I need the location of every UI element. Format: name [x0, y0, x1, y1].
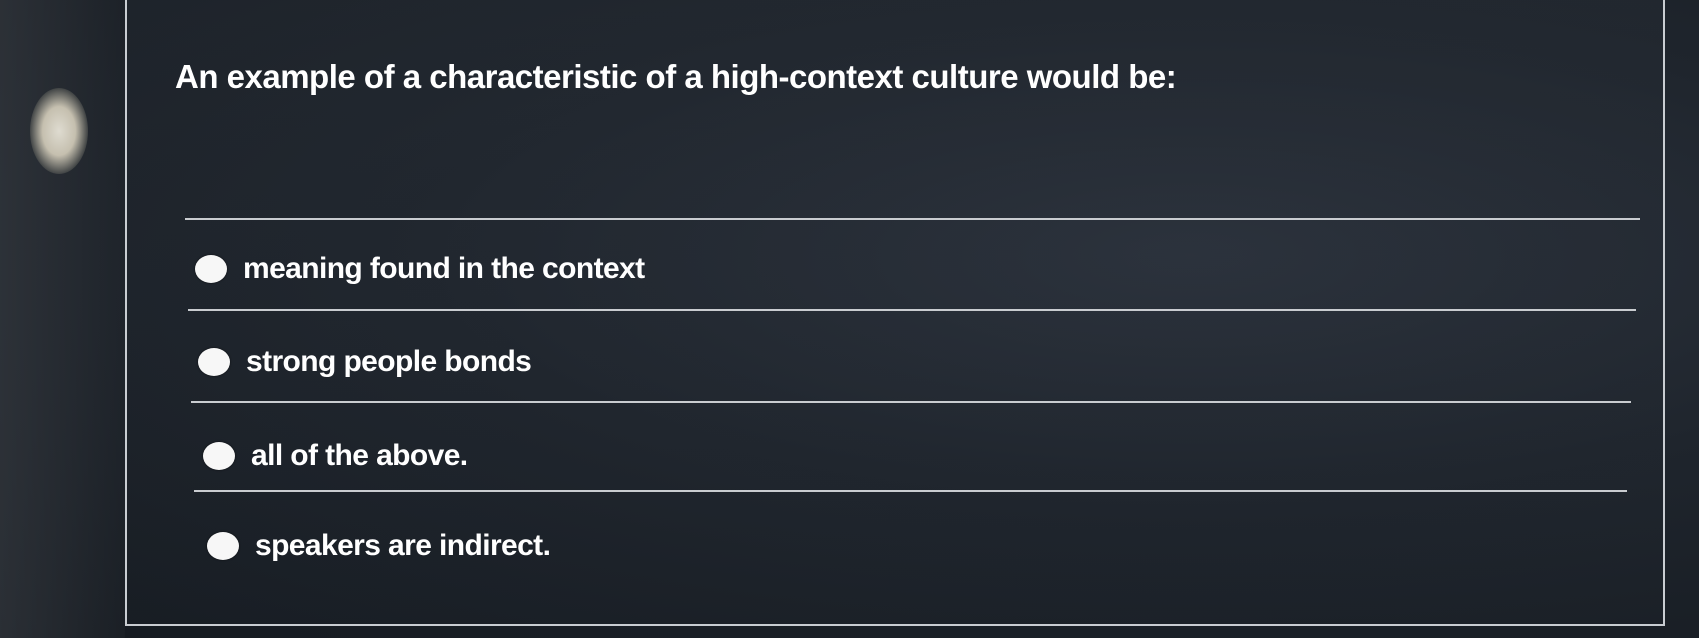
- option-label: speakers are indirect.: [255, 529, 551, 562]
- option-label: all of the above.: [251, 439, 468, 472]
- radio-button[interactable]: [195, 255, 227, 283]
- option-speakers-are-indirect[interactable]: speakers are indirect.: [207, 529, 551, 563]
- option-divider: [191, 401, 1631, 403]
- question-text: An example of a characteristic of a high…: [175, 58, 1177, 95]
- option-label: strong people bonds: [246, 345, 532, 378]
- option-label: meaning found in the context: [243, 252, 645, 285]
- option-all-of-the-above[interactable]: all of the above.: [203, 439, 468, 473]
- option-meaning-found-in-context[interactable]: meaning found in the context: [195, 252, 645, 286]
- light-reflection: [30, 88, 88, 174]
- option-divider: [188, 309, 1636, 311]
- radio-button[interactable]: [207, 532, 239, 560]
- option-divider: [185, 218, 1640, 220]
- radio-button[interactable]: [203, 442, 235, 470]
- option-divider: [194, 490, 1627, 492]
- option-strong-people-bonds[interactable]: strong people bonds: [198, 345, 532, 379]
- radio-button[interactable]: [198, 348, 230, 376]
